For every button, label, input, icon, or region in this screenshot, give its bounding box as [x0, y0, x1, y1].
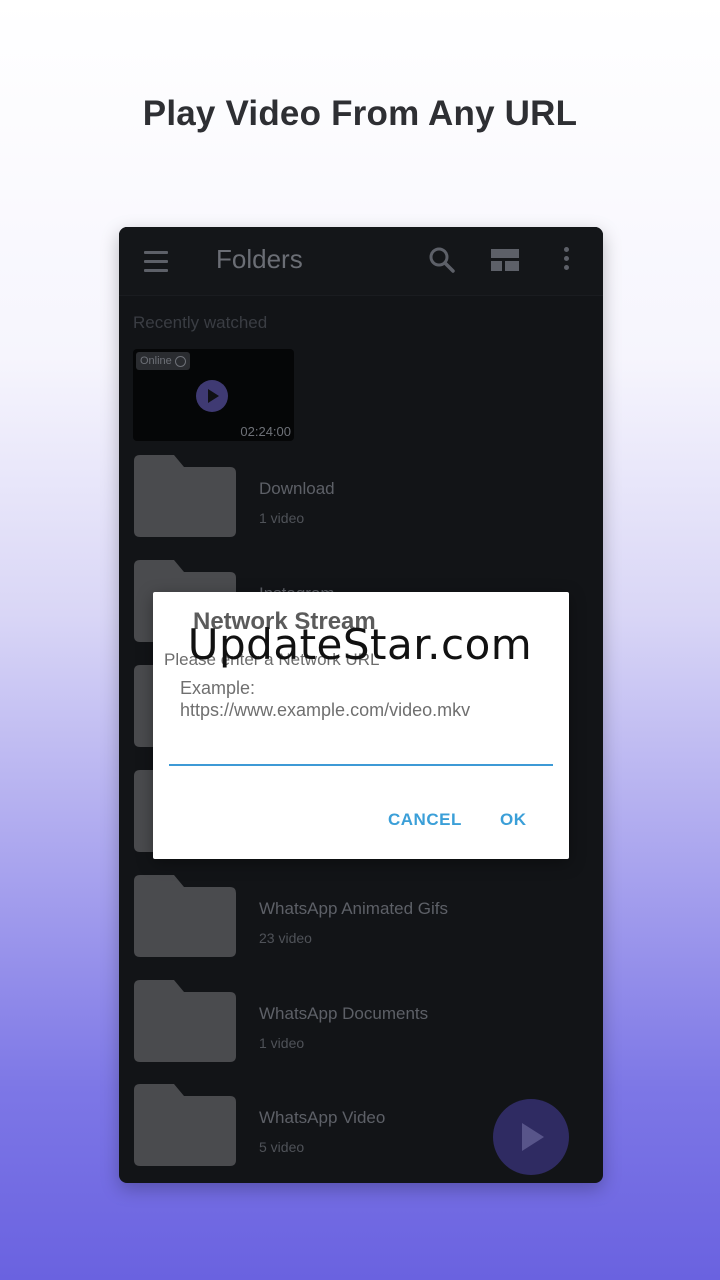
more-vert-icon[interactable] [563, 247, 571, 273]
folder-count: 23 video [259, 930, 312, 946]
cancel-button[interactable]: CANCEL [386, 806, 464, 834]
folder-icon [134, 1084, 236, 1166]
layout-icon[interactable] [491, 249, 521, 273]
app-bar-title: Folders [216, 244, 303, 274]
folder-name: WhatsApp Animated Gifs [259, 899, 448, 918]
recently-watched-label: Recently watched [133, 313, 268, 332]
network-url-input[interactable] [169, 732, 553, 766]
promo-title: Play Video From Any URL [142, 94, 578, 133]
search-icon[interactable] [428, 246, 456, 274]
folder-item[interactable]: WhatsApp Documents 1 video [119, 980, 603, 1076]
dialog-message: Please enter a Network URL [164, 650, 380, 669]
url-example-hint: Example: https://www.example.com/video.m… [180, 678, 471, 720]
online-badge: Online [136, 352, 190, 370]
folder-item[interactable]: WhatsApp Animated Gifs 23 video [119, 875, 603, 971]
folder-count: 1 video [259, 1035, 305, 1051]
app-bar: Folders [119, 227, 603, 296]
folder-name: WhatsApp Video [259, 1108, 386, 1127]
globe-icon [174, 355, 186, 367]
dialog-title: Network Stream [193, 608, 376, 635]
play-fab-button[interactable] [493, 1099, 569, 1175]
menu-icon[interactable] [144, 251, 170, 272]
network-stream-dialog: Network Stream Please enter a Network UR… [153, 592, 569, 859]
folder-icon [134, 980, 236, 1062]
folder-icon [134, 875, 236, 957]
folder-count: 5 video [259, 1139, 305, 1155]
folder-icon [134, 455, 236, 537]
folder-name: WhatsApp Documents [259, 1004, 429, 1023]
play-icon[interactable] [196, 380, 228, 412]
ok-button[interactable]: OK [498, 806, 529, 834]
recent-video-card[interactable]: Online 02:24:00 [133, 349, 294, 441]
online-badge-label: Online [140, 355, 172, 367]
folder-name: Download [259, 479, 335, 498]
video-duration: 02:24:00 [240, 424, 291, 439]
folder-count: 1 video [259, 510, 305, 526]
folder-item[interactable]: Download 1 video [119, 455, 603, 551]
